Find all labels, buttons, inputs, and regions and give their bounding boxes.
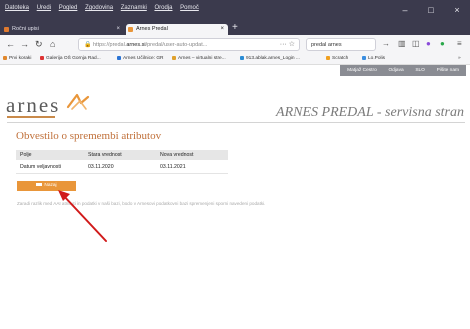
annotation-arrow	[58, 190, 107, 242]
